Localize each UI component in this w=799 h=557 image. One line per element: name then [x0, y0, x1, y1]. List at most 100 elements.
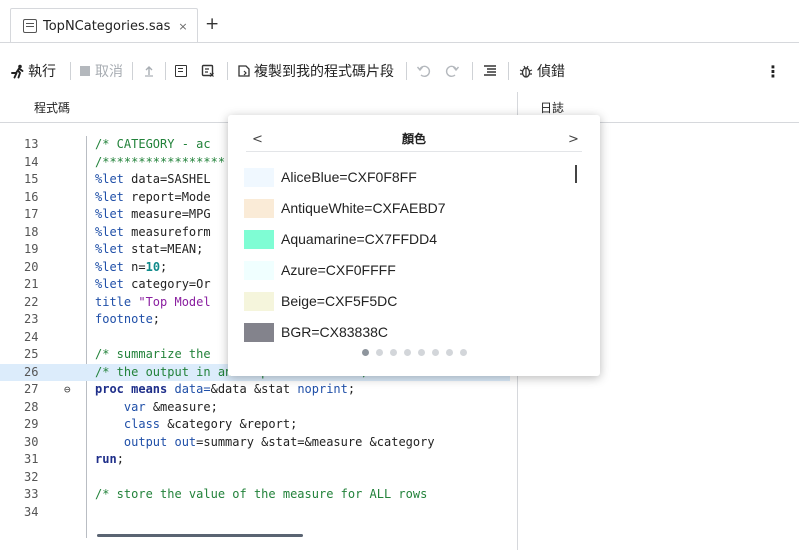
horizontal-scrollbar[interactable] — [97, 534, 303, 537]
toolbar-divider — [406, 62, 407, 80]
debug-label: 偵錯 — [537, 64, 565, 80]
line-number: 14 — [24, 154, 39, 169]
popup-divider — [246, 151, 582, 152]
code-line[interactable]: 28 var &measure; — [0, 399, 510, 417]
cancel-button[interactable]: 取消 — [80, 59, 123, 83]
color-option[interactable]: AntiqueWhite=CXFAEBD7 — [244, 198, 446, 218]
code-panel-tab[interactable]: 程式碼 — [34, 92, 70, 122]
cancel-label: 取消 — [95, 64, 123, 80]
line-number: 15 — [24, 172, 39, 186]
run-button[interactable]: 執行 — [10, 59, 56, 83]
line-number: 20 — [24, 259, 39, 274]
line-number: 29 — [24, 417, 39, 431]
snippet-icon — [238, 65, 250, 77]
document-icon — [175, 65, 187, 77]
color-option[interactable]: AliceBlue=CXF0F8FF — [244, 167, 417, 187]
color-picker-popup: < 顏色 > AliceBlue=CXF0F8FF AntiqueWhite=CX… — [228, 115, 600, 376]
line-number: 13 — [24, 137, 39, 151]
page-dot[interactable] — [431, 349, 439, 356]
line-number: 32 — [24, 469, 39, 484]
code-line[interactable]: 31 run; — [0, 451, 510, 469]
align-lines-icon — [484, 65, 496, 76]
bug-icon — [519, 65, 533, 78]
toolbar-divider — [132, 62, 133, 80]
page-dot[interactable] — [389, 349, 397, 356]
stop-icon — [80, 66, 90, 76]
line-number: 18 — [24, 224, 39, 239]
tab-label: TopNCategories.sas — [43, 18, 171, 34]
toolbar-divider — [472, 62, 473, 80]
color-option[interactable]: Aquamarine=CX7FFDD4 — [244, 229, 437, 249]
line-number: 28 — [24, 399, 39, 414]
redo-icon — [445, 65, 460, 78]
line-number: 27 — [24, 382, 39, 396]
undo-button[interactable] — [416, 59, 432, 83]
copy-to-snippets-label: 複製到我的程式碼片段 — [254, 64, 394, 80]
line-number: 21 — [24, 277, 39, 291]
page-dot[interactable] — [375, 349, 383, 356]
line-number: 23 — [24, 312, 39, 326]
code-line[interactable]: 33 /* store the value of the measure for … — [0, 486, 510, 504]
line-number: 31 — [24, 452, 39, 466]
code-text: /* store the value of the measure for AL… — [95, 487, 428, 501]
line-number: 16 — [24, 189, 39, 204]
close-icon[interactable]: × — [178, 20, 187, 33]
fold-toggle-icon[interactable]: ⊖ — [64, 381, 71, 399]
color-swatch — [244, 291, 274, 311]
tab-bar-divider — [0, 42, 799, 43]
line-number: 22 — [24, 294, 39, 309]
page-dot[interactable] — [459, 349, 467, 356]
redo-button[interactable] — [444, 59, 460, 83]
color-option[interactable]: Azure=CXF0FFFF — [244, 260, 396, 280]
next-page-button[interactable]: > — [568, 133, 579, 147]
popup-title: 顏色 — [401, 132, 426, 146]
code-line[interactable]: 32 — [0, 469, 510, 487]
color-swatch — [244, 322, 274, 342]
popup-scrollbar[interactable] — [575, 165, 577, 183]
format-code-button[interactable] — [175, 59, 187, 83]
color-option[interactable]: Beige=CXF5F5DC — [244, 291, 397, 311]
code-line[interactable]: 34 — [0, 504, 510, 522]
color-label: AntiqueWhite=CXFAEBD7 — [281, 200, 446, 216]
clear-code-button[interactable] — [201, 59, 215, 83]
toolbar-divider — [227, 62, 228, 80]
line-number: 34 — [24, 504, 39, 519]
color-label: Azure=CXF0FFFF — [281, 262, 396, 278]
toolbar-divider — [70, 62, 71, 80]
sas-file-icon — [23, 19, 37, 33]
page-dot[interactable] — [417, 349, 425, 356]
code-line[interactable]: 27 ⊖ proc means data=&data &stat noprint; — [0, 381, 510, 399]
copy-to-snippets-button[interactable]: 複製到我的程式碼片段 — [237, 59, 394, 83]
page-dot[interactable] — [445, 349, 453, 356]
line-number: 30 — [24, 434, 39, 449]
more-options-button[interactable]: ⋮ — [765, 59, 781, 83]
color-swatch — [244, 198, 274, 218]
toolbar-divider — [165, 62, 166, 80]
format-lines-button[interactable] — [482, 59, 498, 83]
color-swatch — [244, 260, 274, 280]
run-label: 執行 — [28, 64, 56, 80]
debug-button[interactable]: 偵錯 — [518, 59, 565, 83]
code-text: proc means data=&data &stat noprint; — [95, 382, 356, 396]
page-dot[interactable] — [361, 349, 369, 356]
line-number: 26 — [24, 364, 39, 379]
page-dot[interactable] — [403, 349, 411, 356]
code-line[interactable]: 30 output out=summary &stat=&measure &ca… — [0, 434, 510, 452]
running-person-icon — [11, 64, 24, 78]
submit-selection-button[interactable] — [142, 59, 156, 83]
page-indicator — [228, 349, 600, 356]
tab-topncategories[interactable]: TopNCategories.sas × — [10, 8, 198, 43]
color-swatch — [244, 229, 274, 249]
code-line[interactable]: 29 class &category &report; — [0, 416, 510, 434]
code-text: output out=summary &stat=&measure &categ… — [123, 434, 435, 449]
line-number: 33 — [24, 487, 39, 501]
line-number: 24 — [24, 329, 39, 344]
new-tab-button[interactable]: + — [205, 14, 219, 34]
color-label: BGR=CX83838C — [281, 324, 389, 340]
undo-icon — [416, 65, 431, 78]
line-number: 17 — [24, 207, 39, 221]
color-label: Beige=CXF5F5DC — [281, 293, 398, 309]
line-number: 19 — [24, 242, 39, 256]
upload-icon — [145, 66, 153, 77]
color-option[interactable]: BGR=CX83838C — [244, 322, 388, 342]
